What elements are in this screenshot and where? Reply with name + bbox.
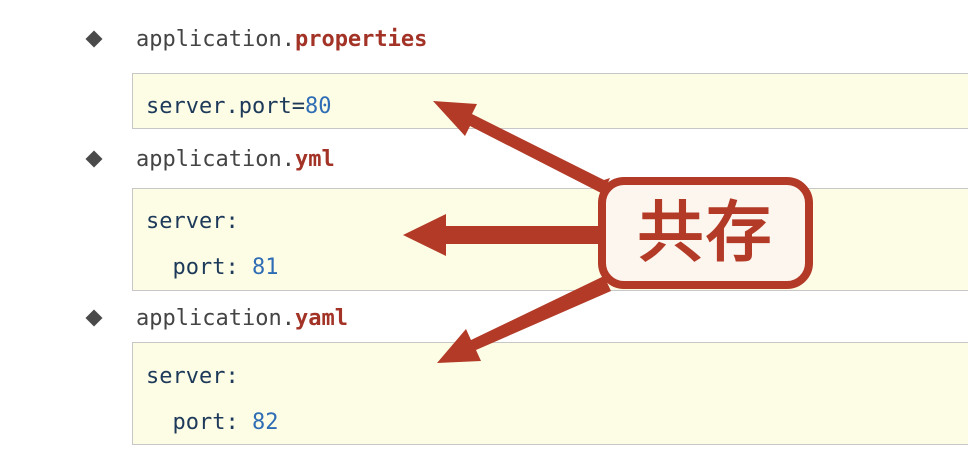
code-line: port: 81 <box>146 257 278 279</box>
filename-extension: yaml <box>294 306 348 331</box>
section-title-properties: application.properties <box>136 29 427 51</box>
code-key: server: <box>146 209 239 234</box>
filename-prefix: application. <box>136 27 295 52</box>
code-block-yml: server: port: 81 <box>132 188 968 291</box>
code-line: server.port=80 <box>146 96 331 118</box>
code-line: port: 82 <box>146 412 278 434</box>
bullet-diamond-icon <box>85 30 103 48</box>
coexist-label: 共存 <box>637 194 774 271</box>
bullet-diamond-icon <box>85 150 103 168</box>
code-key: port: <box>146 255 252 280</box>
filename-prefix: application. <box>136 306 295 331</box>
filename-prefix: application. <box>136 147 295 172</box>
code-line: server: <box>146 366 239 388</box>
section-title-yaml: application.yaml <box>136 308 348 330</box>
config-file-slide: application.properties server.port=80 ap… <box>0 0 968 449</box>
code-block-properties: server.port=80 <box>132 73 968 129</box>
code-block-yaml: server: port: 82 <box>132 342 968 445</box>
code-key: server.port= <box>146 94 305 119</box>
filename-extension: properties <box>294 27 428 52</box>
section-title-yml: application.yml <box>136 149 335 171</box>
code-value: 81 <box>251 255 279 280</box>
filename-extension: yml <box>294 147 335 172</box>
coexist-badge: 共存 <box>598 177 813 289</box>
code-key: server: <box>146 364 239 389</box>
code-line: server: <box>146 211 239 233</box>
code-value: 80 <box>304 94 332 119</box>
code-value: 82 <box>251 410 279 435</box>
bullet-diamond-icon <box>85 309 103 327</box>
code-key: port: <box>146 410 252 435</box>
